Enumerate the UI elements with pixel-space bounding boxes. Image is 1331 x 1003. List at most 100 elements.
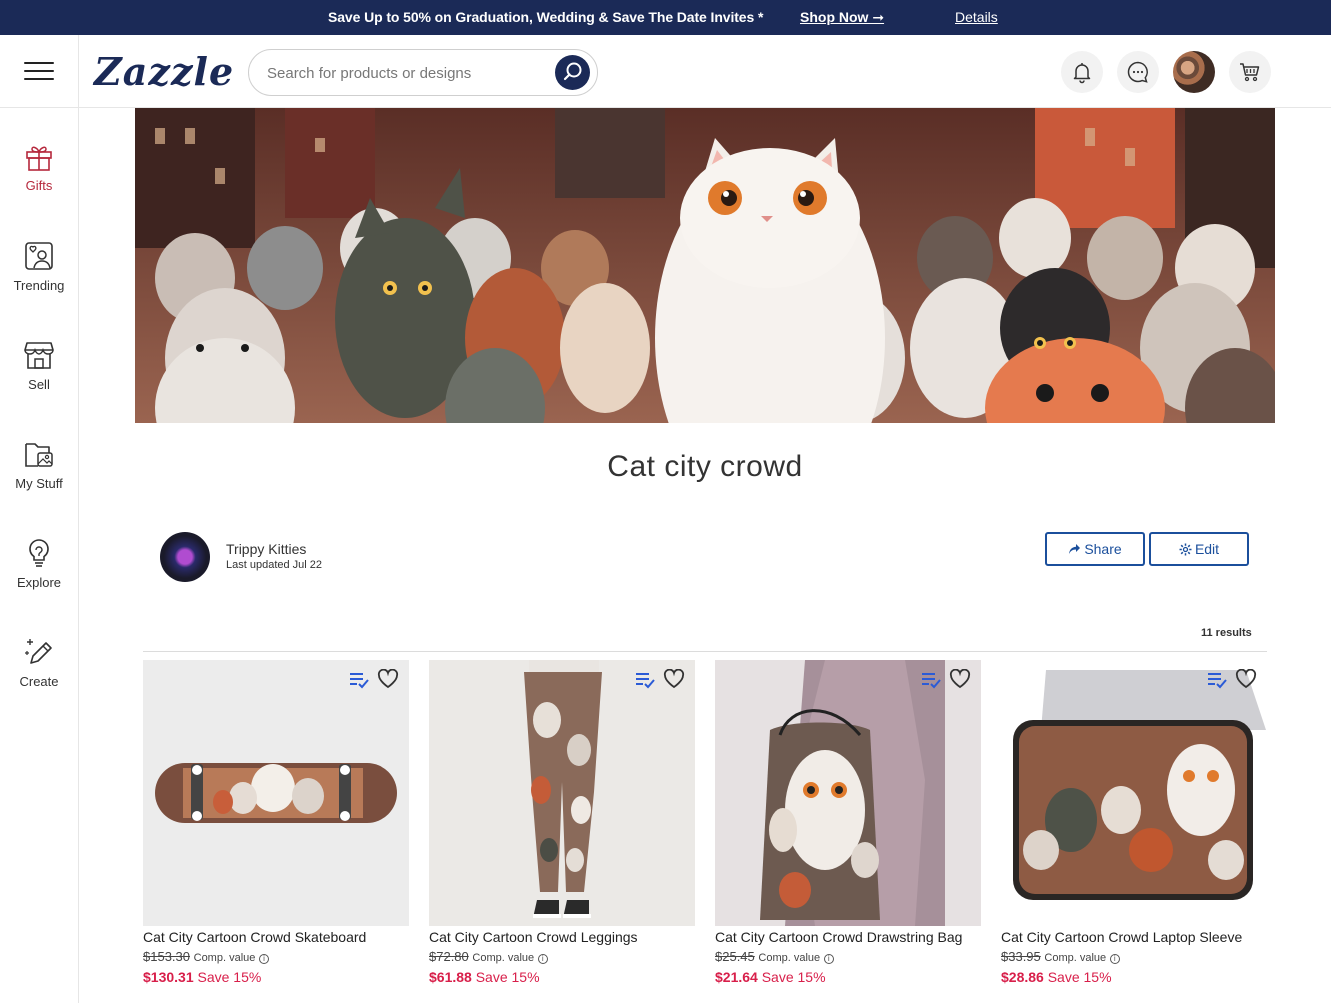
info-icon[interactable]: i bbox=[537, 954, 548, 964]
comp-label: Comp. value bbox=[472, 952, 535, 964]
author-name[interactable]: Trippy Kitties bbox=[226, 541, 306, 557]
sale-price: $28.86 bbox=[1001, 969, 1044, 985]
sidebar-item-create[interactable]: Create bbox=[0, 636, 78, 689]
product-image[interactable] bbox=[715, 660, 981, 926]
comp-label: Comp. value bbox=[758, 952, 821, 964]
collection-banner bbox=[135, 108, 1275, 423]
results-divider bbox=[143, 651, 1267, 652]
sale-price: $61.88 bbox=[429, 969, 472, 985]
laptop-sleeve-image bbox=[1001, 660, 1267, 926]
sidebar-item-label: Sell bbox=[28, 377, 50, 392]
info-icon[interactable]: i bbox=[259, 954, 270, 964]
card-actions bbox=[631, 668, 685, 694]
leggings-image bbox=[429, 660, 695, 926]
comp-value: $72.80 Comp. value i bbox=[429, 949, 695, 964]
store-icon bbox=[24, 342, 54, 369]
zazzle-logo[interactable]: Zazzle bbox=[94, 49, 234, 94]
product-card[interactable]: Cat City Cartoon Crowd Laptop Sleeve $33… bbox=[1001, 660, 1267, 985]
search-icon bbox=[563, 62, 582, 81]
heart-icon[interactable] bbox=[663, 668, 685, 689]
sale-price-row: $21.64 Save 15% bbox=[715, 969, 981, 985]
add-to-list-icon[interactable] bbox=[349, 671, 369, 689]
comp-price: $72.80 bbox=[429, 949, 469, 964]
info-icon[interactable]: i bbox=[1109, 954, 1120, 964]
comp-price: $153.30 bbox=[143, 949, 190, 964]
card-actions bbox=[917, 668, 971, 694]
sidebar-item-label: Explore bbox=[16, 575, 62, 590]
messages-button[interactable] bbox=[1117, 51, 1159, 93]
product-name[interactable]: Cat City Cartoon Crowd Laptop Sleeve bbox=[1001, 929, 1267, 945]
sidebar-item-sell[interactable]: Sell bbox=[0, 339, 78, 392]
gear-icon bbox=[1179, 543, 1192, 556]
sale-price-row: $28.86 Save 15% bbox=[1001, 969, 1267, 985]
pencil-sparkle-icon bbox=[25, 639, 52, 664]
trending-icon bbox=[25, 242, 53, 270]
sidebar-item-explore[interactable]: Explore bbox=[0, 537, 78, 590]
product-name[interactable]: Cat City Cartoon Crowd Drawstring Bag bbox=[715, 929, 981, 945]
product-image[interactable] bbox=[143, 660, 409, 926]
avatar[interactable] bbox=[1173, 51, 1215, 93]
add-to-list-icon[interactable] bbox=[921, 671, 941, 689]
cart-button[interactable] bbox=[1229, 51, 1271, 93]
product-card[interactable]: Cat City Cartoon Crowd Skateboard $153.3… bbox=[143, 660, 409, 985]
share-icon bbox=[1069, 544, 1081, 554]
sidebar-item-trending[interactable]: Trending bbox=[0, 240, 78, 293]
lightbulb-icon bbox=[29, 539, 49, 567]
results-count: 11 results bbox=[1201, 627, 1252, 639]
chat-icon bbox=[1127, 61, 1148, 83]
search-button[interactable] bbox=[555, 55, 590, 90]
notifications-button[interactable] bbox=[1061, 51, 1103, 93]
product-image[interactable] bbox=[1001, 660, 1267, 926]
comp-label: Comp. value bbox=[1044, 952, 1107, 964]
save-percent: Save 15% bbox=[197, 969, 262, 985]
product-card[interactable]: Cat City Cartoon Crowd Drawstring Bag $2… bbox=[715, 660, 981, 985]
edit-button[interactable]: Edit bbox=[1149, 532, 1249, 566]
drawstring-bag-image bbox=[715, 660, 981, 926]
card-actions bbox=[345, 668, 399, 694]
comp-value: $153.30 Comp. value i bbox=[143, 949, 409, 964]
cart-icon bbox=[1240, 63, 1260, 82]
comp-price: $25.45 bbox=[715, 949, 755, 964]
save-percent: Save 15% bbox=[1047, 969, 1112, 985]
sale-price-row: $130.31 Save 15% bbox=[143, 969, 409, 985]
comp-price: $33.95 bbox=[1001, 949, 1041, 964]
card-actions bbox=[1203, 668, 1257, 694]
comp-label: Comp. value bbox=[193, 952, 256, 964]
heart-icon[interactable] bbox=[377, 668, 399, 689]
sidebar-item-gifts[interactable]: Gifts bbox=[0, 142, 78, 193]
promo-bar: Save Up to 50% on Graduation, Wedding & … bbox=[0, 0, 1331, 35]
save-percent: Save 15% bbox=[475, 969, 540, 985]
comp-value: $33.95 Comp. value i bbox=[1001, 949, 1267, 964]
gift-icon bbox=[26, 146, 52, 171]
add-to-list-icon[interactable] bbox=[635, 671, 655, 689]
sidebar-item-label: Gifts bbox=[25, 178, 53, 193]
heart-icon[interactable] bbox=[1235, 668, 1257, 689]
page-title: Cat city crowd bbox=[607, 450, 803, 483]
sale-price-row: $61.88 Save 15% bbox=[429, 969, 695, 985]
info-icon[interactable]: i bbox=[823, 954, 834, 964]
bell-icon bbox=[1073, 63, 1091, 84]
shop-now-link[interactable]: Shop Now ➞ bbox=[800, 9, 884, 26]
site-header: Zazzle bbox=[0, 35, 1331, 108]
sidebar-item-label: Create bbox=[19, 674, 59, 689]
promo-message: Save Up to 50% on Graduation, Wedding & … bbox=[328, 9, 764, 25]
author-avatar[interactable] bbox=[160, 532, 210, 582]
product-card[interactable]: Cat City Cartoon Crowd Leggings $72.80 C… bbox=[429, 660, 695, 985]
search-bar bbox=[248, 49, 598, 96]
product-image[interactable] bbox=[429, 660, 695, 926]
menu-icon[interactable] bbox=[24, 62, 54, 80]
sale-price: $130.31 bbox=[143, 969, 194, 985]
product-name[interactable]: Cat City Cartoon Crowd Skateboard bbox=[143, 929, 409, 945]
share-button[interactable]: Share bbox=[1045, 532, 1145, 566]
sale-price: $21.64 bbox=[715, 969, 758, 985]
share-label: Share bbox=[1084, 541, 1122, 557]
edit-label: Edit bbox=[1194, 541, 1220, 557]
product-name[interactable]: Cat City Cartoon Crowd Leggings bbox=[429, 929, 695, 945]
search-input[interactable] bbox=[267, 62, 547, 84]
details-link[interactable]: Details bbox=[955, 9, 998, 25]
last-updated-text: Last updated Jul 22 bbox=[226, 559, 323, 571]
add-to-list-icon[interactable] bbox=[1207, 671, 1227, 689]
cat-crowd-illustration bbox=[135, 108, 1275, 423]
sidebar-divider bbox=[78, 35, 79, 1003]
heart-icon[interactable] bbox=[949, 668, 971, 689]
